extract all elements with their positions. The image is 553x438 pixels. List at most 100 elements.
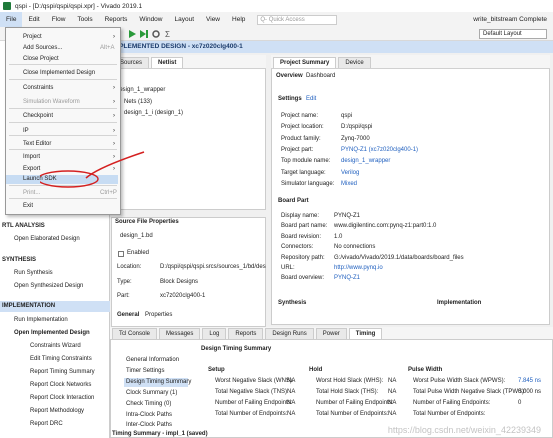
board-key: Repository path: [281, 254, 325, 261]
prop-part-value: xc7z020clg400-1 [160, 293, 206, 299]
file-menu-item[interactable]: Import [23, 154, 40, 160]
pulse-value: 0 [518, 400, 522, 406]
file-menu-item[interactable]: Project [23, 34, 42, 40]
board-value: PYNQ-Z1 [334, 213, 361, 219]
enabled-checkbox[interactable] [118, 251, 124, 257]
implementation-title: Implementation [437, 300, 482, 306]
open-elaborated-design[interactable]: Open Elaborated Design [14, 236, 80, 242]
tab-log[interactable]: Log [202, 328, 227, 339]
file-menu-item: Print... [23, 190, 41, 196]
hold-key: Worst Hold Slack (WHS): [316, 378, 384, 384]
settings-value[interactable]: PYNQ-Z1 (xc7z020clg400-1) [341, 147, 418, 153]
menu-layout[interactable]: Layout [169, 12, 201, 27]
board-value[interactable]: http://www.pynq.io [334, 265, 383, 271]
timing-tree-check-timing[interactable]: Check Timing (0) [126, 401, 171, 407]
file-menu-item[interactable]: Close Implemented Design [23, 70, 95, 76]
tab-reports[interactable]: Reports [228, 328, 264, 339]
tab-properties[interactable]: Properties [145, 312, 172, 318]
timing-footer: Timing Summary - impl_1 (saved) [112, 431, 208, 437]
file-menu-item[interactable]: Constraints [23, 85, 53, 91]
file-menu-item[interactable]: Export [23, 166, 40, 172]
menu-separator [9, 122, 117, 123]
submenu-arrow-icon: › [113, 141, 115, 147]
file-menu-item[interactable]: Checkpoint [23, 113, 53, 119]
menu-tools[interactable]: Tools [71, 12, 98, 27]
hold-key: Total Number of Endpoints: [316, 411, 389, 417]
section-rtl-analysis[interactable]: RTL ANALYSIS [2, 223, 45, 229]
file-menu-item[interactable]: IP [23, 128, 29, 134]
tab-design-runs[interactable]: Design Runs [265, 328, 314, 339]
file-menu-item[interactable]: Exit [23, 203, 33, 209]
edit-timing-constraints[interactable]: Edit Timing Constraints [30, 356, 92, 362]
submenu-arrow-icon: › [113, 34, 115, 40]
submenu-arrow-icon: › [113, 128, 115, 134]
section-implementation[interactable]: IMPLEMENTATION [2, 303, 55, 309]
timing-tree-inter-clock[interactable]: Inter-Clock Paths [126, 422, 172, 428]
setup-title: Setup [208, 367, 225, 373]
run-implementation[interactable]: Run Implementation [14, 317, 68, 323]
menu-flow[interactable]: Flow [46, 12, 72, 27]
tab-messages[interactable]: Messages [159, 328, 201, 339]
tab-project-summary[interactable]: Project Summary [273, 57, 337, 68]
tab-tcl-console[interactable]: Tcl Console [112, 328, 158, 339]
design-timing-summary-title: Design Timing Summary [201, 346, 272, 352]
vivado-app-icon [3, 2, 11, 10]
run-synthesis[interactable]: Run Synthesis [14, 270, 53, 276]
subtab-overview[interactable]: Overview [276, 73, 303, 79]
menu-file[interactable]: File [0, 12, 23, 27]
board-key: Display name: [281, 213, 320, 219]
submenu-arrow-icon: › [113, 113, 115, 119]
hold-key: Total Hold Slack (THS): [316, 389, 379, 395]
open-synthesized-design[interactable]: Open Synthesized Design [14, 283, 83, 289]
board-value[interactable]: PYNQ-Z1 [334, 275, 360, 281]
tab-general[interactable]: General [117, 312, 139, 318]
menu-separator [9, 79, 117, 80]
hold-value: NA [388, 389, 397, 395]
prop-location-key: Location: [117, 264, 142, 270]
setup-value: NA [287, 389, 296, 395]
report-methodology[interactable]: Report Methodology [30, 408, 84, 414]
timing-tree-general-information[interactable]: General Information [126, 357, 179, 363]
submenu-arrow-icon: › [113, 99, 115, 105]
report-drc[interactable]: Report DRC [30, 421, 63, 427]
tab-timing[interactable]: Timing [348, 328, 383, 339]
submenu-arrow-icon: › [113, 85, 115, 91]
pulse-key: Total Pulse Width Negative Slack (TPWS): [413, 389, 526, 395]
menu-view[interactable]: View [200, 12, 226, 27]
tab-power[interactable]: Power [315, 328, 347, 339]
constraints-wizard[interactable]: Constraints Wizard [30, 343, 81, 349]
submenu-arrow-icon: › [113, 166, 115, 172]
hold-value: NA [388, 400, 397, 406]
timing-tree-timer-settings[interactable]: Timer Settings [126, 368, 164, 374]
menu-reports[interactable]: Reports [99, 12, 134, 27]
board-value: G:/vivado/Vivado/2019.1/data/boards/boar… [334, 254, 464, 261]
run-status: write_bitstream Complete [473, 16, 547, 23]
menu-edit[interactable]: Edit [22, 12, 45, 27]
board-part-title: Board Part [278, 198, 309, 204]
pulse-key: Number of Failing Endpoints: [413, 400, 491, 406]
timing-tree-clock-summary[interactable]: Clock Summary (1) [126, 390, 177, 396]
report-clock-networks[interactable]: Report Clock Networks [30, 382, 91, 388]
hold-value: NA [388, 411, 397, 417]
quick-access-search[interactable]: Q- Quick Access [257, 14, 338, 25]
menu-help[interactable]: Help [226, 12, 251, 27]
timing-tree-intra-clock[interactable]: Intra-Clock Paths [126, 412, 172, 418]
hold-value: NA [388, 378, 397, 384]
timing-tree-design-timing-summary[interactable]: Design Timing Summary [126, 379, 191, 385]
file-menu-item[interactable]: Close Project [23, 56, 59, 62]
pulse-value: 7.845 ns [518, 378, 542, 384]
summary-tabs: Project Summary Device [271, 55, 550, 69]
report-timing-summary[interactable]: Report Timing Summary [30, 369, 95, 375]
board-value: No connections [334, 244, 376, 251]
menu-separator [9, 64, 117, 65]
tab-device[interactable]: Device [338, 57, 371, 68]
report-clock-interaction[interactable]: Report Clock Interaction [30, 395, 94, 401]
file-menu-item[interactable]: Add Sources... [23, 45, 62, 51]
menu-window[interactable]: Window [133, 12, 168, 27]
tab-netlist[interactable]: Netlist [151, 57, 184, 68]
subtab-dashboard[interactable]: Dashboard [306, 73, 335, 79]
section-synthesis[interactable]: SYNTHESIS [2, 257, 36, 263]
pulse-key: Total Number of Endpoints: [413, 411, 486, 417]
settings-value[interactable]: Mixed [341, 181, 357, 187]
open-implemented-design[interactable]: Open Implemented Design [14, 330, 90, 336]
